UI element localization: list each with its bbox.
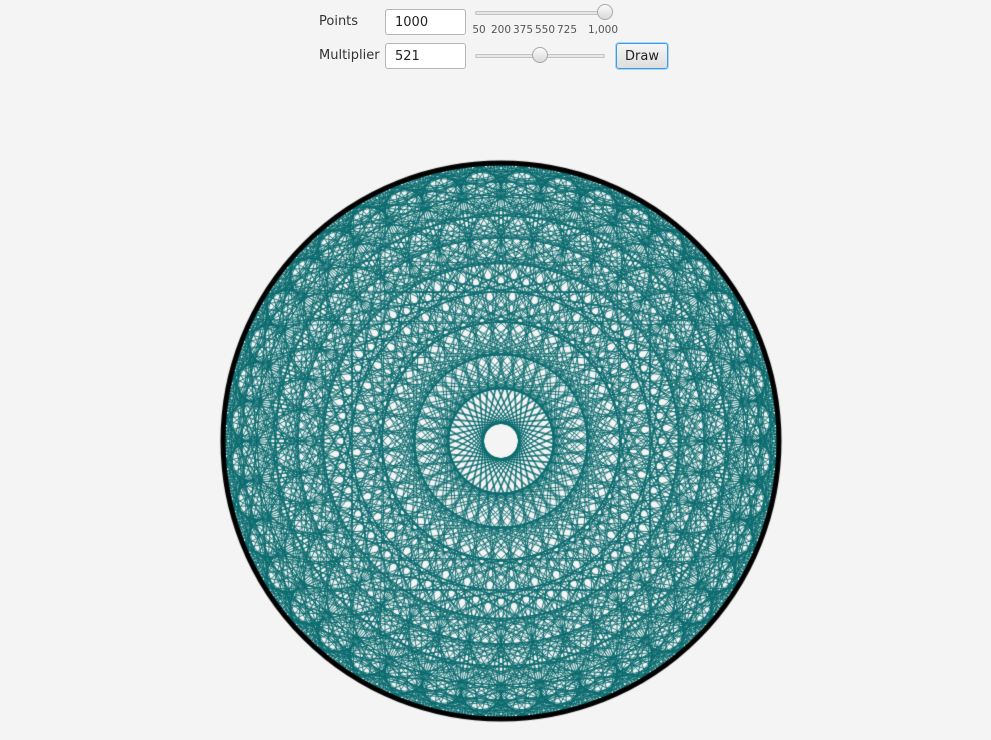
times-table-circle-canvas	[210, 150, 792, 732]
points-tick-label: 550	[534, 24, 556, 36]
points-slider-track	[475, 11, 605, 15]
points-label: Points	[319, 14, 359, 29]
points-tick-label: 725	[556, 24, 578, 36]
multiplier-slider[interactable]	[475, 46, 605, 66]
draw-button[interactable]: Draw	[616, 43, 668, 69]
multiplier-input[interactable]	[385, 43, 466, 69]
points-tick-label: 375	[512, 24, 534, 36]
points-tick-label: 1,000	[587, 24, 619, 36]
multiplier-slider-thumb[interactable]	[532, 47, 548, 63]
points-tick-label: 50	[472, 24, 486, 36]
points-input[interactable]	[385, 9, 466, 35]
points-slider-thumb[interactable]	[597, 4, 613, 20]
times-table-app: Points 50 200 375 550 725 1,000 Multipli…	[0, 0, 991, 740]
points-slider[interactable]: 50 200 375 550 725 1,000	[472, 3, 618, 36]
points-tick-label: 200	[490, 24, 512, 36]
multiplier-label: Multiplier	[319, 48, 380, 63]
